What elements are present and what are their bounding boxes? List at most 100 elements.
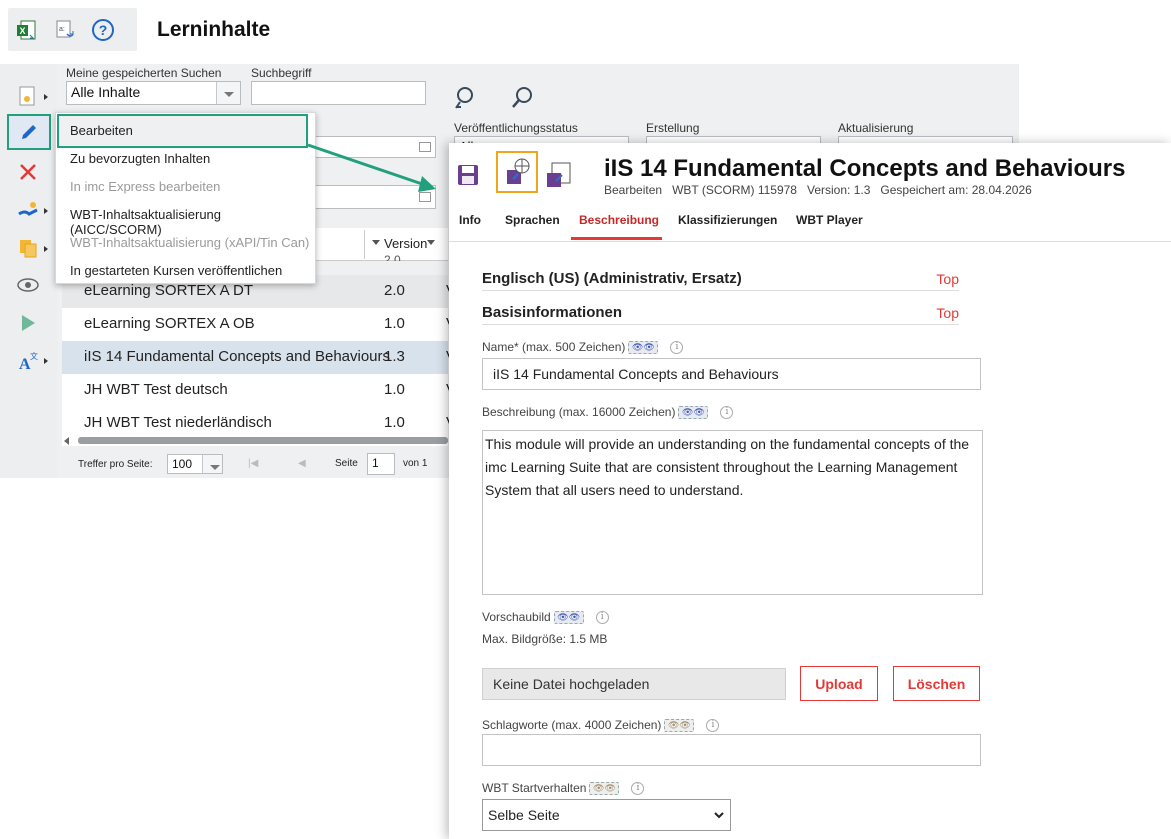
thumbnail-size: Max. Bildgröße: 1.5 MB xyxy=(482,632,608,646)
detail-panel: iIS 14 Fundamental Concepts and Behaviou… xyxy=(449,143,1171,839)
svg-text:文: 文 xyxy=(30,351,38,361)
updated-label: Aktualisierung xyxy=(838,121,914,135)
keywords-field[interactable] xyxy=(482,734,981,766)
section-basic: Basisinformationen Top xyxy=(482,304,959,325)
play-icon[interactable] xyxy=(8,307,48,339)
detail-meta: Bearbeiten WBT (SCORM) 115978 Version: 1… xyxy=(604,183,1032,197)
pager: Treffer pro Seite: 100 |◀ ◀ Seite 1 von … xyxy=(62,450,448,478)
edit-button[interactable] xyxy=(7,114,51,150)
translate-export-icon[interactable]: a: xyxy=(46,8,84,51)
first-page-icon[interactable]: |◀ xyxy=(248,458,258,469)
description-textarea[interactable]: This module will provide an understandin… xyxy=(482,430,983,595)
saved-searches-label: Meine gespeicherten Suchen xyxy=(66,66,222,80)
chevron-down-icon xyxy=(714,812,724,819)
chevron-down-icon xyxy=(202,455,222,473)
visibility-icon[interactable]: 👁👁 xyxy=(678,406,709,420)
visibility-icon[interactable]: 👁👁 xyxy=(664,719,695,733)
svg-text:a:: a: xyxy=(59,26,65,33)
tab-description[interactable]: Beschreibung xyxy=(579,213,659,227)
search-input[interactable] xyxy=(251,81,426,105)
start-behavior-label: WBT Startverhalten 👁👁 i xyxy=(482,781,645,796)
page-count: von 1 xyxy=(403,458,428,469)
export-icon[interactable] xyxy=(544,161,574,196)
menu-item-imc-express: In imc Express bearbeiten xyxy=(70,179,221,194)
partial-row-value: 2.0 xyxy=(384,253,401,261)
menu-item-publish[interactable]: In gestarteten Kursen veröffentlichen xyxy=(70,263,282,278)
name-label: Name* (max. 500 Zeichen) 👁👁 i xyxy=(482,340,684,355)
search-icon[interactable] xyxy=(510,85,536,116)
delete-button[interactable] xyxy=(8,156,48,188)
horizontal-scrollbar[interactable] xyxy=(62,436,448,446)
name-field[interactable]: iIS 14 Fundamental Concepts and Behaviou… xyxy=(482,358,981,390)
caret-icon xyxy=(44,94,48,100)
menu-item-edit[interactable]: Bearbeiten xyxy=(70,123,133,138)
help-icon[interactable]: ? xyxy=(84,8,122,51)
chevron-down-icon xyxy=(216,82,240,104)
context-menu: Bearbeiten Zu bevorzugten Inhalten In im… xyxy=(55,112,316,284)
sort-icon[interactable] xyxy=(372,240,380,245)
scroll-left-icon[interactable] xyxy=(64,437,69,445)
visibility-icon[interactable]: 👁👁 xyxy=(553,611,584,625)
visibility-icon[interactable]: 👁👁 xyxy=(589,782,620,796)
section-language: Englisch (US) (Administrativ, Ersatz) Top xyxy=(482,270,959,291)
info-icon[interactable]: i xyxy=(706,719,720,733)
active-tab-indicator xyxy=(571,237,662,240)
upload-button[interactable]: Upload xyxy=(800,666,878,701)
page-title: Lerninhalte xyxy=(157,18,271,41)
toolbar-top: X a: ? xyxy=(8,8,137,51)
info-icon[interactable]: i xyxy=(631,782,645,796)
column-divider xyxy=(364,230,365,259)
caret-icon xyxy=(44,358,48,364)
info-icon[interactable]: i xyxy=(720,406,734,420)
action-sidebar: A文 xyxy=(0,64,57,478)
tab-classifications[interactable]: Klassifizierungen xyxy=(678,213,777,227)
start-behavior-select[interactable]: Selbe Seite xyxy=(482,799,731,831)
page-input[interactable]: 1 xyxy=(367,453,395,475)
translate-icon[interactable]: A文 xyxy=(8,345,48,377)
info-icon[interactable]: i xyxy=(595,611,609,625)
tab-divider xyxy=(449,241,1171,242)
thumbnail-label: Vorschaubild 👁👁 i xyxy=(482,610,609,625)
new-content-button[interactable] xyxy=(8,80,48,112)
advanced-search-icon[interactable] xyxy=(452,85,478,116)
table-row[interactable]: eLearning SORTEX A OB1.0V xyxy=(62,308,456,341)
file-status: Keine Datei hochgeladen xyxy=(482,668,786,700)
top-link[interactable]: Top xyxy=(936,305,959,321)
tab-wbt-player[interactable]: WBT Player xyxy=(796,213,863,227)
save-icon[interactable] xyxy=(456,163,480,192)
table-row[interactable]: JH WBT Test deutsch1.0V xyxy=(62,374,456,407)
saved-searches-select[interactable]: Alle Inhalte xyxy=(66,81,241,105)
column-header-version[interactable]: Version xyxy=(384,236,427,251)
prev-page-icon[interactable]: ◀ xyxy=(298,458,306,469)
created-label: Erstellung xyxy=(646,121,700,135)
page-label: Seite xyxy=(335,458,358,469)
per-page-label: Treffer pro Seite: xyxy=(78,459,153,470)
preview-eye-icon[interactable] xyxy=(8,269,48,301)
delete-button[interactable]: Löschen xyxy=(893,666,980,701)
search-term-label: Suchbegriff xyxy=(251,66,312,80)
table-row[interactable]: JH WBT Test niederländisch1.0V xyxy=(62,407,456,437)
menu-item-update-scorm[interactable]: WBT-Inhaltsaktualisierung (AICC/SCORM) xyxy=(70,207,315,237)
description-label: Beschreibung (max. 16000 Zeichen) 👁👁 i xyxy=(482,405,734,420)
status-label: Veröffentlichungsstatus xyxy=(454,121,578,135)
per-page-select[interactable]: 100 xyxy=(167,454,223,474)
scrollbar-thumb[interactable] xyxy=(78,437,448,444)
tab-languages[interactable]: Sprachen xyxy=(505,213,560,227)
caret-icon xyxy=(44,246,48,252)
info-icon[interactable]: i xyxy=(670,341,684,355)
tab-info[interactable]: Info xyxy=(459,213,481,227)
table-row-selected[interactable]: iIS 14 Fundamental Concepts and Behaviou… xyxy=(62,341,456,374)
sort-icon[interactable] xyxy=(427,240,435,245)
menu-item-favorite[interactable]: Zu bevorzugten Inhalten xyxy=(70,151,210,166)
keywords-label: Schlagworte (max. 4000 Zeichen) 👁👁 i xyxy=(482,718,720,733)
publish-web-icon[interactable] xyxy=(496,151,538,193)
arrow-icon xyxy=(307,143,436,192)
copy-button[interactable] xyxy=(8,232,48,264)
menu-item-update-xapi: WBT-Inhaltsaktualisierung (xAPI/Tin Can) xyxy=(70,235,310,250)
detail-title: iIS 14 Fundamental Concepts and Behaviou… xyxy=(604,155,1126,182)
caret-icon xyxy=(44,208,48,214)
visibility-icon[interactable]: 👁👁 xyxy=(628,341,659,355)
excel-export-icon[interactable]: X xyxy=(8,8,46,51)
top-link[interactable]: Top xyxy=(936,271,959,287)
assign-button[interactable] xyxy=(8,194,48,226)
